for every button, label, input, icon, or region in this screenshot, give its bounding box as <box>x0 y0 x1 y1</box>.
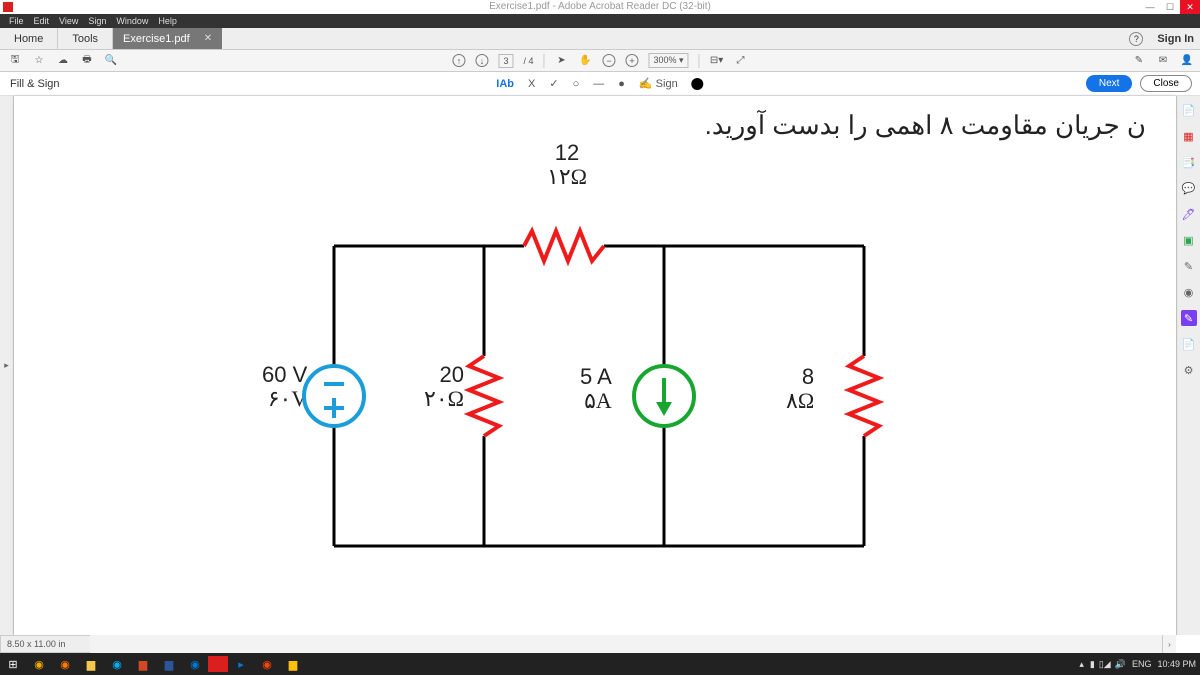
page-total: / 4 <box>523 56 533 66</box>
tab-document-label: Exercise1.pdf <box>123 33 190 45</box>
windows-taskbar: ⊞ ◉ ◉ ▆ ◉ ▆ ▆ ◉ ▸ ◉ ▆ ▴ ▮ ▯◢ 🔊 ENG 10:49… <box>0 653 1200 675</box>
menu-edit[interactable]: Edit <box>29 14 55 28</box>
separator <box>543 54 544 68</box>
tool-more2-icon[interactable]: ⚙ <box>1181 362 1197 378</box>
print-icon[interactable]: 🖶 <box>80 54 94 68</box>
sign-tool[interactable]: ✍ Sign <box>639 77 678 90</box>
tray-volume-icon[interactable]: 🔊 <box>1115 659 1126 670</box>
cross-tool[interactable]: X <box>528 78 535 90</box>
tool-edit-icon[interactable]: 📑 <box>1181 154 1197 170</box>
fillsign-label: Fill & Sign <box>0 78 70 90</box>
page-down-icon[interactable]: ↓ <box>475 54 488 67</box>
tray-language[interactable]: ENG <box>1132 659 1152 669</box>
right-tools-strip: 📄 ▦ 📑 💬 🖊 ▣ ✎ ◉ ✎ 📄 ⚙ <box>1176 96 1200 635</box>
fit-width-icon[interactable]: ⊟▾ <box>710 54 724 68</box>
tray-up-icon[interactable]: ▴ <box>1079 659 1084 670</box>
tool-more-icon[interactable]: ▣ <box>1181 232 1197 248</box>
help-icon[interactable]: ? <box>1129 32 1143 46</box>
dot-tool[interactable]: ● <box>618 78 625 90</box>
scroll-right-icon[interactable]: › <box>1162 635 1176 653</box>
task-chrome-icon[interactable]: ◉ <box>26 653 52 675</box>
close-panel-button[interactable]: Close <box>1140 75 1192 92</box>
tool-stamp-icon[interactable]: ✎ <box>1181 258 1197 274</box>
adobe-logo-icon <box>3 2 13 12</box>
main-toolbar: 🖫 ☆ ☁ 🖶 🔍 ↑ ↓ 3 / 4 ➤ ✋ − + 300% ▾ ⊟▾ ⤢ … <box>0 50 1200 72</box>
menu-bar: File Edit View Sign Window Help <box>0 14 1200 28</box>
circuit-diagram <box>164 166 884 606</box>
separator <box>699 54 700 68</box>
tool-fillsign-icon[interactable]: 🖊 <box>1181 206 1197 222</box>
zoom-in-icon[interactable]: + <box>625 54 638 67</box>
text-tool[interactable]: IAb <box>496 78 514 90</box>
page-dimensions: 8.50 x 11.00 in ‹ <box>0 635 90 653</box>
tool-measure-icon[interactable]: ◉ <box>1181 284 1197 300</box>
tool-create-icon[interactable]: 📄 <box>1181 102 1197 118</box>
task-skype-icon[interactable]: ◉ <box>104 653 130 675</box>
tab-home[interactable]: Home <box>0 28 58 49</box>
read-mode-icon[interactable]: ⤢ <box>734 54 748 68</box>
menu-view[interactable]: View <box>54 14 83 28</box>
menu-window[interactable]: Window <box>111 14 153 28</box>
color-picker[interactable] <box>692 78 704 90</box>
tray-wifi-icon[interactable]: ▯◢ <box>1099 659 1111 670</box>
minimize-button[interactable]: — <box>1140 0 1160 14</box>
tray-time[interactable]: 10:49 PM <box>1157 659 1196 669</box>
hand-icon[interactable]: ✋ <box>578 54 592 68</box>
next-button[interactable]: Next <box>1086 75 1133 92</box>
tab-tools[interactable]: Tools <box>58 28 113 49</box>
tab-row: Home Tools Exercise1.pdf ✕ ? Sign In <box>0 28 1200 50</box>
share-icon[interactable]: 👤 <box>1180 54 1194 68</box>
document-viewport[interactable]: ن جریان مقاومت ۸ اهمی را بدست آورید. 12۱… <box>14 96 1176 635</box>
check-tool[interactable]: ✓ <box>549 77 558 90</box>
fillsign-toolbar: Fill & Sign IAb X ✓ ○ — ● ✍ Sign Next Cl… <box>0 72 1200 96</box>
menu-file[interactable]: File <box>4 14 29 28</box>
tool-convert-icon[interactable]: 📄 <box>1181 336 1197 352</box>
start-button[interactable]: ⊞ <box>0 653 26 675</box>
tool-export-icon[interactable]: ▦ <box>1181 128 1197 144</box>
star-icon[interactable]: ☆ <box>32 54 46 68</box>
page-number-input[interactable]: 3 <box>498 54 513 68</box>
menu-sign[interactable]: Sign <box>83 14 111 28</box>
cloud-icon[interactable]: ☁ <box>56 54 70 68</box>
task-app3-icon[interactable]: ▆ <box>280 653 306 675</box>
save-icon[interactable]: 🖫 <box>8 54 22 68</box>
task-word-icon[interactable]: ▆ <box>156 653 182 675</box>
window-title: Exercise1.pdf - Adobe Acrobat Reader DC … <box>489 1 711 12</box>
tool-comment-icon[interactable]: 💬 <box>1181 180 1197 196</box>
question-text: ن جریان مقاومت ۸ اهمی را بدست آورید. <box>705 110 1146 141</box>
menu-help[interactable]: Help <box>153 14 182 28</box>
signature-icon[interactable]: ✎ <box>1132 54 1146 68</box>
tab-document[interactable]: Exercise1.pdf ✕ <box>113 28 222 49</box>
pointer-icon[interactable]: ➤ <box>554 54 568 68</box>
signin-link[interactable]: Sign In <box>1157 33 1194 45</box>
circle-tool[interactable]: ○ <box>573 78 580 90</box>
tool-sign-icon[interactable]: ✎ <box>1181 310 1197 326</box>
search-icon[interactable]: 🔍 <box>104 54 118 68</box>
zoom-out-icon[interactable]: − <box>602 54 615 67</box>
task-msg-icon[interactable]: ▸ <box>228 653 254 675</box>
horizontal-scrollbar[interactable]: › <box>90 635 1176 653</box>
zoom-level[interactable]: 300% ▾ <box>648 53 688 68</box>
page-up-icon[interactable]: ↑ <box>452 54 465 67</box>
close-window-button[interactable]: ✕ <box>1180 0 1200 14</box>
task-powerpoint-icon[interactable]: ▆ <box>130 653 156 675</box>
line-tool[interactable]: — <box>593 78 604 90</box>
expand-icon: ▸ <box>4 360 9 371</box>
left-nav-strip[interactable]: ▸ <box>0 96 14 635</box>
mail-icon[interactable]: ✉ <box>1156 54 1170 68</box>
tray-battery-icon[interactable]: ▮ <box>1090 659 1095 670</box>
task-acrobat-icon[interactable] <box>208 656 228 672</box>
task-firefox-icon[interactable]: ◉ <box>52 653 78 675</box>
window-titlebar: Exercise1.pdf - Adobe Acrobat Reader DC … <box>0 0 1200 14</box>
task-explorer-icon[interactable]: ▆ <box>78 653 104 675</box>
maximize-button[interactable]: ☐ <box>1160 0 1180 14</box>
task-app2-icon[interactable]: ◉ <box>254 653 280 675</box>
task-settings-icon[interactable]: ◉ <box>182 653 208 675</box>
close-tab-icon[interactable]: ✕ <box>204 33 212 44</box>
